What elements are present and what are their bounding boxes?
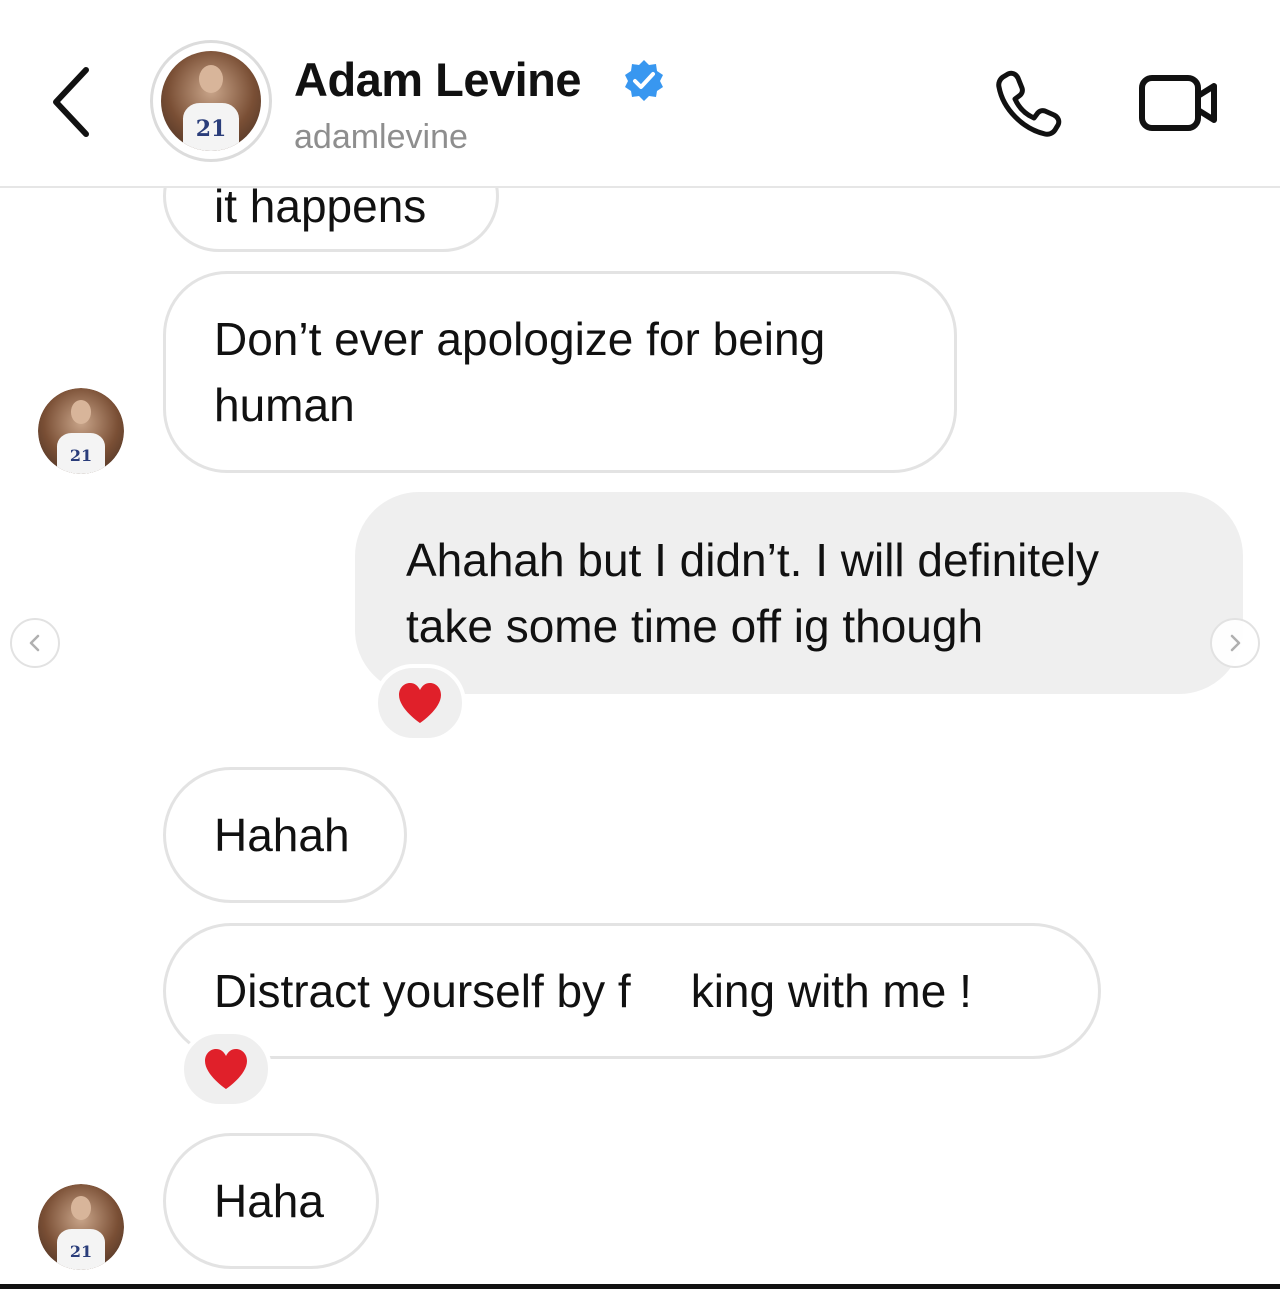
video-camera-icon xyxy=(1139,75,1217,131)
carousel-prev-button[interactable] xyxy=(10,618,60,668)
message-bubble-sent[interactable]: Ahahah but I didn’t. I will definitely t… xyxy=(355,492,1243,694)
chevron-left-icon xyxy=(53,67,89,137)
message-text-line: Ahahah but I didn’t. I will definitely xyxy=(406,534,1099,586)
video-call-button[interactable] xyxy=(1138,70,1220,134)
contact-username: adamlevine xyxy=(294,118,468,156)
chevron-left-icon xyxy=(29,634,40,652)
verified-badge-icon xyxy=(625,60,663,101)
back-button[interactable] xyxy=(48,62,96,142)
message-reaction[interactable] xyxy=(180,1030,272,1108)
message-text-line: Don’t ever apologize for being xyxy=(214,313,826,365)
message-bubble-received[interactable]: Hahah xyxy=(163,767,407,903)
sender-avatar[interactable]: 21 xyxy=(38,388,124,474)
jersey-number: 21 xyxy=(183,103,239,151)
call-button[interactable] xyxy=(990,66,1062,138)
red-heart-icon xyxy=(205,1049,247,1089)
message-bubble-received[interactable]: Distract yourself by f king with me ! xyxy=(163,923,1101,1059)
message-bubble-received[interactable]: Haha xyxy=(163,1133,379,1269)
sender-avatar[interactable]: 21 xyxy=(38,1184,124,1270)
message-text: Haha xyxy=(214,1175,324,1227)
chat-header: 21 Adam Levine adamlevine xyxy=(0,0,1280,188)
message-text: Hahah xyxy=(214,809,350,861)
message-text-line: take some time off ig though xyxy=(406,600,984,652)
message-text: Distract yourself by f king with me ! xyxy=(214,965,972,1017)
phone-icon xyxy=(996,70,1062,137)
carousel-next-button[interactable] xyxy=(1210,618,1260,668)
bottom-border xyxy=(0,1284,1280,1289)
chevron-right-icon xyxy=(1230,634,1241,652)
red-heart-icon xyxy=(399,683,441,723)
contact-avatar[interactable]: 21 xyxy=(150,40,272,162)
contact-name[interactable]: Adam Levine xyxy=(294,52,582,107)
message-text-line: human xyxy=(214,379,355,431)
message-reaction[interactable] xyxy=(374,664,466,742)
message-bubble-received[interactable]: Don’t ever apologize for being human xyxy=(163,271,957,473)
